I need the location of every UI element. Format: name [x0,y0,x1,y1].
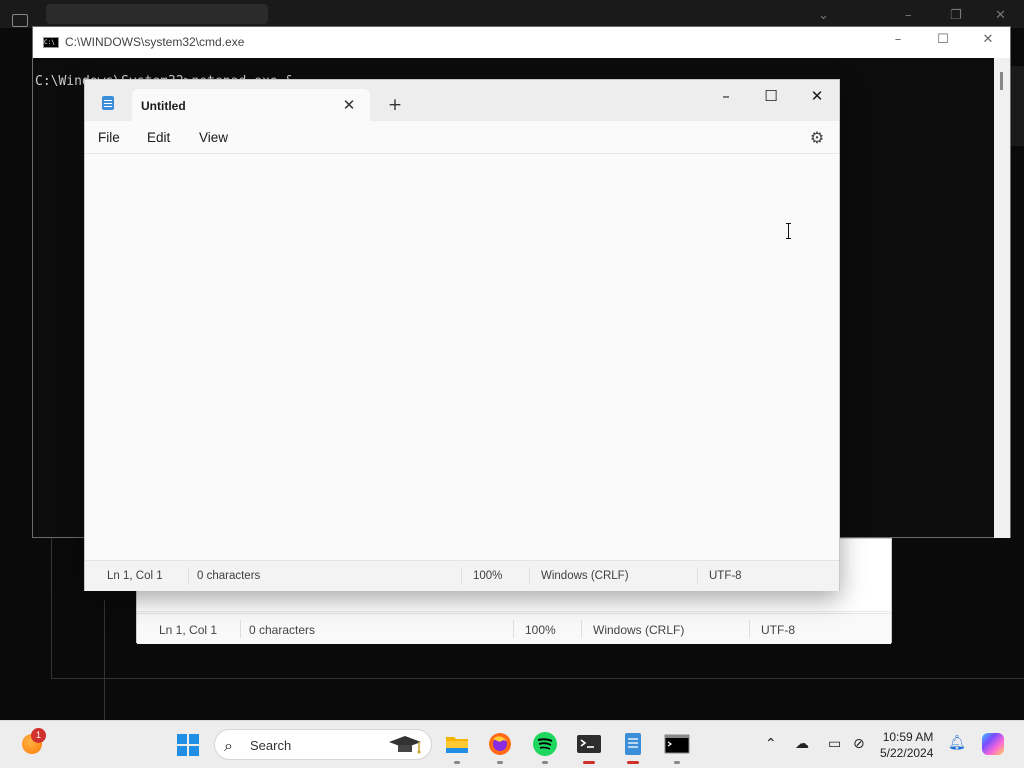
show-hidden-icons-chevron-icon[interactable]: ⌃ [765,736,777,752]
status-separator [529,567,530,585]
background-scroll-edge [1011,66,1024,146]
text-cursor-icon [786,223,792,239]
cmd-minimize-button[interactable]: – [883,32,913,52]
spotify-logo-icon [533,732,557,756]
status-line-ending[interactable]: Windows (CRLF) [541,570,629,582]
menu-file[interactable]: File [98,130,120,145]
settings-gear-icon[interactable]: ⚙ [806,127,828,149]
running-indicator [542,761,548,764]
start-logo-tile [189,746,199,756]
system-clock[interactable]: 10:59 AM 5/22/2024 [880,729,933,761]
status-separator [461,567,462,585]
terminal-logo-icon [577,735,601,753]
taskbar-search-box[interactable]: ⌕ Search [214,729,432,760]
start-logo-tile [189,734,199,744]
widget-notification-badge: 1 [31,728,46,743]
status-encoding[interactable]: UTF-8 [709,570,742,582]
cmd-scrollbar[interactable] [994,58,1010,538]
copilot-icon[interactable] [982,733,1004,755]
ghost-status-separator [749,620,750,638]
ghost-status-zoom: 100% [525,623,556,637]
background-titlebar: ⌄ – ❐ ✕ [0,0,1024,28]
ghost-status-separator [513,620,514,638]
cmd-logo-icon [664,734,690,754]
cmd-taskbar-icon[interactable] [664,731,690,764]
notepad-text-area[interactable] [85,154,839,559]
menu-edit[interactable]: Edit [147,130,170,145]
new-tab-button[interactable]: + [384,94,406,116]
notification-bell-icon[interactable]: 🔔︎ [948,735,966,751]
running-indicator [454,761,460,764]
spotify-icon[interactable] [532,731,558,764]
ghost-divider [137,611,891,612]
background-app-icon [12,14,28,27]
cmd-scrollbar-thumb[interactable] [1000,72,1003,90]
ghost-status-encoding: UTF-8 [761,623,795,637]
start-button[interactable] [177,734,199,756]
network-icon[interactable]: ⊘ [853,736,865,752]
notepad-status-bar: Ln 1, Col 1 0 characters 100% Windows (C… [85,560,839,591]
cmd-app-icon: C:\ [43,37,59,48]
notepad-taskbar-icon[interactable] [620,731,646,764]
cmd-close-button[interactable]: ✕ [973,32,1003,52]
menu-view[interactable]: View [199,130,228,145]
status-position: Ln 1, Col 1 [107,570,163,582]
folder-icon [446,737,468,753]
ghost-status-line-ending: Windows (CRLF) [593,623,685,637]
notepad-tab[interactable]: Untitled ✕ [132,89,370,121]
ghost-status-separator [240,620,241,638]
firefox-logo-icon [489,733,511,755]
close-tab-icon[interactable]: ✕ [339,95,359,115]
notepad-close-button[interactable]: ✕ [795,82,839,110]
background-chevron-icon[interactable]: ⌄ [818,8,829,23]
running-indicator [627,761,639,764]
notepad-logo-icon [625,733,641,755]
notepad-minimize-button[interactable]: – [704,82,748,110]
notepad-window[interactable]: Untitled ✕ + – ☐ ✕ File Edit View ⚙ Ln 1… [84,79,840,591]
running-indicator [674,761,680,764]
background-tab[interactable] [46,4,268,24]
onedrive-offline-icon[interactable]: ☁ [795,736,809,752]
cmd-maximize-button[interactable]: ☐ [928,32,958,52]
running-indicator [583,761,595,764]
notepad-tab-title: Untitled [141,99,186,113]
ghost-status-bar: Ln 1, Col 1 0 characters 100% Windows (C… [137,613,891,644]
background-divider [104,600,106,720]
status-separator [697,567,698,585]
clock-time: 10:59 AM [882,730,934,744]
notepad-titlebar[interactable]: Untitled ✕ + – ☐ ✕ [85,80,839,121]
search-label: Search [250,738,292,753]
background-close-icon[interactable]: ✕ [995,8,1006,23]
search-icon: ⌕ [224,736,233,755]
running-indicator [497,761,503,764]
firefox-icon[interactable] [487,731,513,764]
ghost-status-position: Ln 1, Col 1 [159,623,218,637]
start-logo-tile [177,734,187,744]
notepad-menubar: File Edit View ⚙ [85,121,839,154]
cmd-titlebar[interactable]: C:\ C:\WINDOWS\system32\cmd.exe – ☐ ✕ [33,27,1010,58]
status-characters: 0 characters [197,570,261,582]
terminal-icon[interactable] [576,731,602,764]
status-separator [188,567,189,585]
start-logo-tile [177,746,187,756]
status-zoom[interactable]: 100% [473,570,502,582]
background-minimize-icon[interactable]: – [905,8,912,23]
notepad-app-icon [102,96,114,110]
ghost-status-characters: 0 characters [249,623,316,637]
display-icon[interactable]: ▭ [828,736,841,752]
file-explorer-icon[interactable] [444,731,470,764]
search-highlight-graduation-cap-icon [389,736,421,754]
ghost-status-separator [581,620,582,638]
background-restore-icon[interactable]: ❐ [950,8,962,23]
taskbar: 1 ⌕ Search ⌃ ☁ ▭ ⊘ 10:59 AM 5/22/2024 🔔︎ [0,720,1024,768]
cmd-title: C:\WINDOWS\system32\cmd.exe [65,35,245,49]
notepad-maximize-button[interactable]: ☐ [749,82,793,110]
clock-date: 5/22/2024 [880,746,934,760]
